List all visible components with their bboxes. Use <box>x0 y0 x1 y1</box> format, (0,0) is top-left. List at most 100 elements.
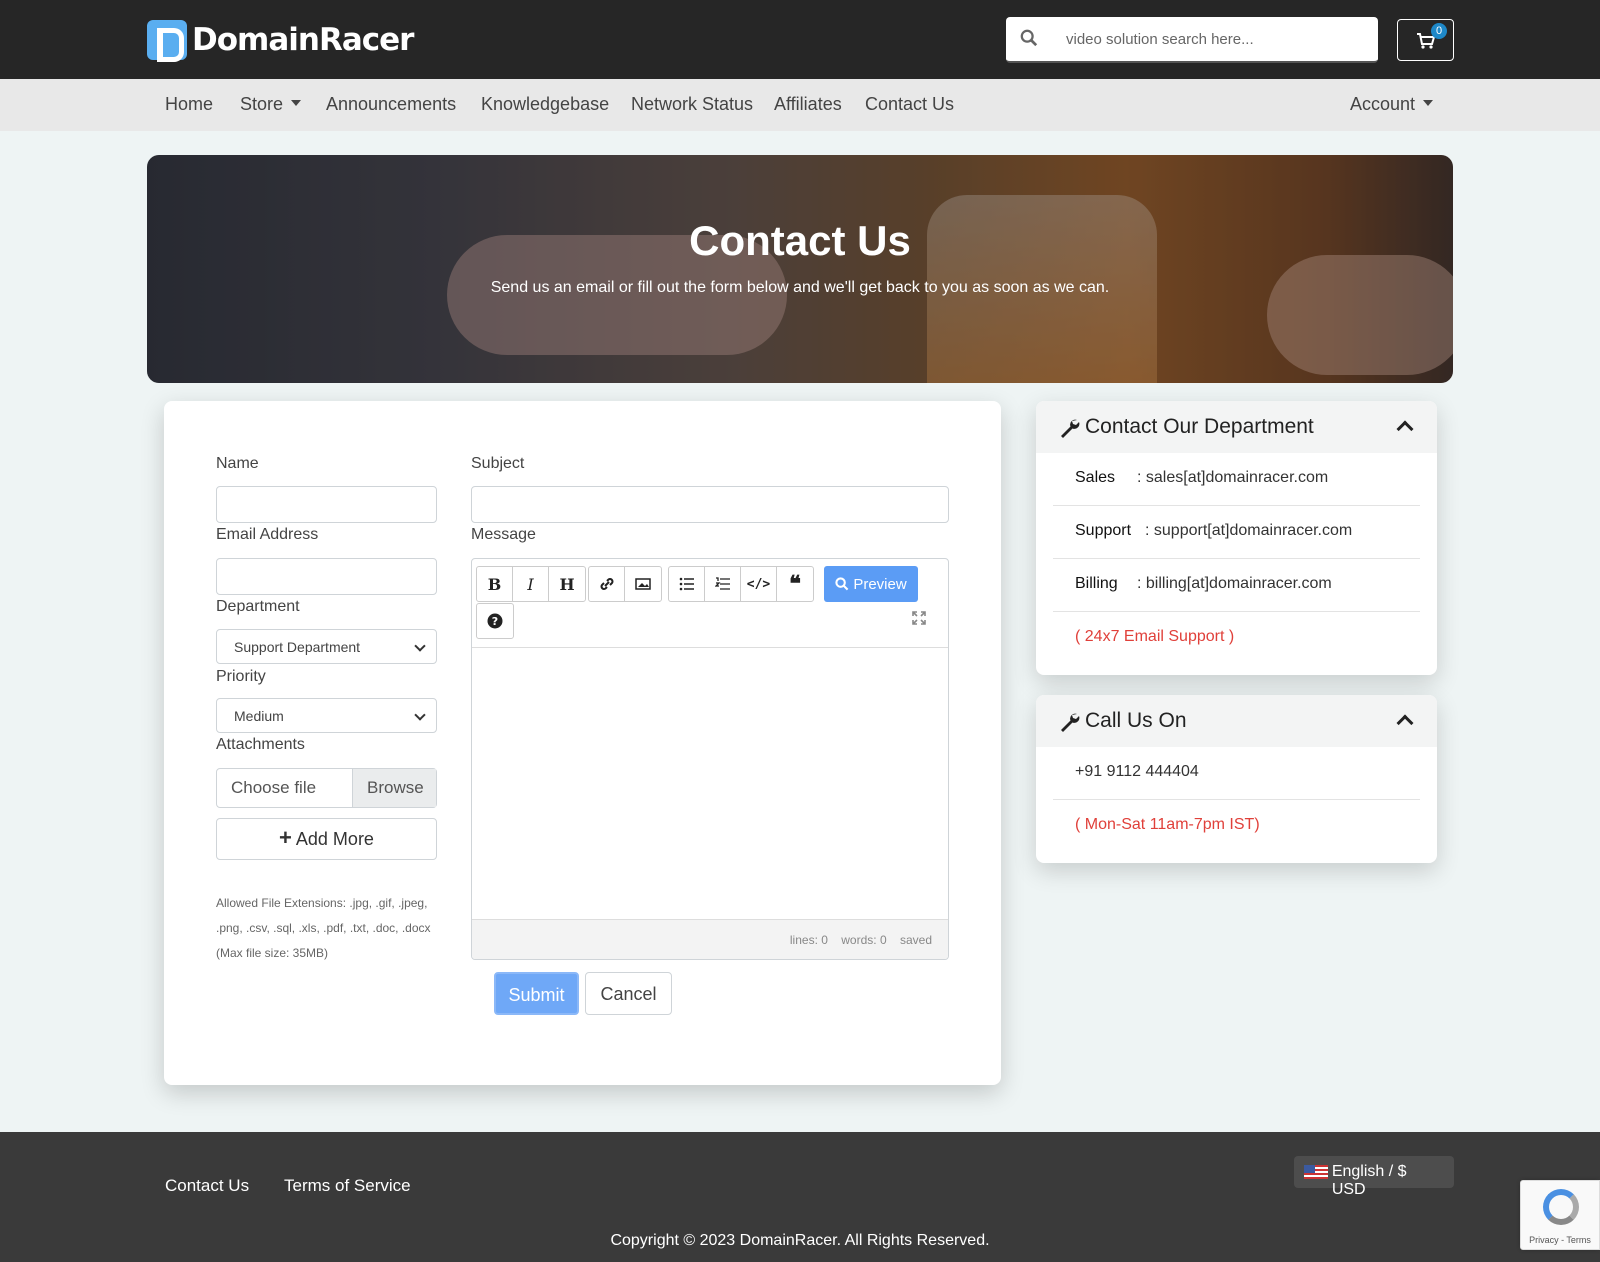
chevron-down-icon <box>414 640 426 652</box>
allowed-extensions-note: Allowed File Extensions: .jpg, .gif, .jp… <box>216 896 431 960</box>
search-icon[interactable] <box>1020 29 1038 47</box>
name-field[interactable] <box>216 486 437 523</box>
preview-button[interactable]: Preview <box>824 566 918 602</box>
search-input[interactable] <box>1066 27 1366 51</box>
toolbar-group-format: B I H <box>476 566 586 602</box>
sales-label: Sales <box>1075 469 1116 486</box>
chevron-down-icon <box>1423 100 1434 106</box>
add-more-button[interactable]: + Add More <box>216 818 437 860</box>
nav-store[interactable]: Store <box>240 94 302 115</box>
logo-text: DomainRacer <box>192 22 414 58</box>
choose-file-label[interactable]: Choose file <box>217 769 352 807</box>
billing-label: Billing <box>1075 575 1118 592</box>
nav-account-label: Account <box>1350 94 1416 114</box>
main-nav: Home Store Announcements Knowledgebase N… <box>0 79 1600 131</box>
nav-account[interactable]: Account <box>1350 94 1434 115</box>
editor-statusbar: lines: 0 words: 0 saved <box>472 919 948 959</box>
recaptcha-links[interactable]: Privacy - Terms <box>1521 1235 1599 1245</box>
search-box[interactable] <box>1006 17 1378 63</box>
chevron-up-icon[interactable] <box>1396 714 1414 732</box>
line-count: lines: 0 <box>789 933 828 947</box>
plus-icon: + <box>279 825 292 850</box>
footer-link-terms[interactable]: Terms of Service <box>284 1176 411 1196</box>
nav-home[interactable]: Home <box>165 94 213 115</box>
code-icon[interactable]: </> <box>741 567 777 601</box>
logo-mark-icon <box>147 20 187 62</box>
email-support-note: ( 24x7 Email Support ) <box>1075 628 1235 645</box>
phone-number[interactable]: +91 9112 444404 <box>1053 747 1420 800</box>
preview-label: Preview <box>853 575 907 593</box>
support-email[interactable]: : support[at]domainracer.com <box>1145 522 1352 539</box>
page-title: Contact Us <box>689 217 911 264</box>
help-button[interactable]: ? <box>476 603 514 639</box>
name-label: Name <box>216 455 259 472</box>
word-count: words: 0 <box>841 933 887 947</box>
call-panel-header[interactable]: Call Us On <box>1036 695 1437 747</box>
recaptcha-badge[interactable]: Privacy - Terms <box>1520 1180 1600 1250</box>
add-more-label: Add More <box>295 829 374 849</box>
subject-field[interactable] <box>471 486 949 523</box>
list-item: Billing : billing[at]domainracer.com <box>1053 559 1420 612</box>
logo[interactable]: DomainRacer <box>147 20 414 62</box>
chevron-down-icon <box>414 709 426 721</box>
save-status: saved <box>899 933 932 947</box>
sales-email[interactable]: : sales[at]domainracer.com <box>1137 469 1328 486</box>
question-circle-icon: ? <box>487 613 503 629</box>
email-field[interactable] <box>216 558 437 595</box>
browse-button[interactable]: Browse <box>352 769 436 807</box>
call-hours-note: ( Mon-Sat 11am-7pm IST) <box>1075 816 1260 833</box>
chevron-up-icon[interactable] <box>1396 420 1414 438</box>
email-label: Email Address <box>216 526 319 543</box>
toolbar-group-blocks: </> ❝ <box>668 566 814 602</box>
heading-button[interactable]: H <box>549 567 585 601</box>
wrench-icon <box>1061 419 1080 438</box>
department-label: Department <box>216 598 300 615</box>
nav-announcements[interactable]: Announcements <box>326 94 456 115</box>
priority-value: Medium <box>234 708 284 724</box>
call-panel-title: Call Us On <box>1085 709 1187 732</box>
chevron-down-icon <box>291 100 302 106</box>
bold-button[interactable]: B <box>477 567 513 601</box>
footer-link-contact[interactable]: Contact Us <box>165 1176 249 1196</box>
us-flag-icon <box>1304 1165 1328 1179</box>
department-panel-header[interactable]: Contact Our Department <box>1036 401 1437 453</box>
top-header: DomainRacer 0 <box>0 0 1600 79</box>
bullet-list-icon[interactable] <box>669 567 705 601</box>
nav-contact-us[interactable]: Contact Us <box>865 94 954 115</box>
list-item: Sales : sales[at]domainracer.com <box>1053 453 1420 506</box>
message-editor: B I H </> ❝ Preview ? lines: 0 words: 0 … <box>471 558 949 960</box>
nav-network-status[interactable]: Network Status <box>631 94 753 115</box>
page-subtitle: Send us an email or fill out the form be… <box>490 279 1110 296</box>
department-panel: Contact Our Department Sales : sales[at]d… <box>1036 401 1437 675</box>
nav-knowledgebase[interactable]: Knowledgebase <box>481 94 609 115</box>
cancel-button[interactable]: Cancel <box>585 972 672 1015</box>
contact-form: Name Email Address Department Support De… <box>164 401 1001 1085</box>
department-select[interactable]: Support Department <box>216 629 437 664</box>
nav-affiliates[interactable]: Affiliates <box>774 94 842 115</box>
toolbar-group-insert <box>588 566 662 602</box>
file-input[interactable]: Choose file Browse <box>216 768 437 808</box>
message-textarea[interactable] <box>472 647 948 919</box>
billing-email[interactable]: : billing[at]domainracer.com <box>1137 575 1332 592</box>
support-label: Support <box>1075 522 1132 539</box>
link-icon[interactable] <box>589 567 625 601</box>
language-currency-button[interactable]: English / $ USD <box>1294 1156 1454 1198</box>
call-panel: Call Us On +91 9112 444404 ( Mon-Sat 11a… <box>1036 695 1437 863</box>
priority-label: Priority <box>216 668 266 685</box>
footer: Contact Us Terms of Service English / $ … <box>0 1132 1600 1262</box>
department-panel-title: Contact Our Department <box>1085 415 1314 438</box>
quote-icon[interactable]: ❝ <box>777 567 813 601</box>
italic-button[interactable]: I <box>513 567 549 601</box>
cart-count-badge: 0 <box>1431 23 1447 39</box>
subject-label: Subject <box>471 455 525 472</box>
submit-button[interactable]: Submit <box>494 972 579 1015</box>
image-icon[interactable] <box>625 567 661 601</box>
copyright: Copyright © 2023 DomainRacer. All Rights… <box>610 1232 990 1249</box>
svg-text:?: ? <box>492 615 498 628</box>
recaptcha-icon <box>1543 1189 1579 1225</box>
priority-select[interactable]: Medium <box>216 698 437 733</box>
message-label: Message <box>471 526 536 543</box>
numbered-list-icon[interactable] <box>705 567 741 601</box>
fullscreen-icon[interactable] <box>912 611 926 625</box>
cart-button[interactable]: 0 <box>1397 19 1454 61</box>
